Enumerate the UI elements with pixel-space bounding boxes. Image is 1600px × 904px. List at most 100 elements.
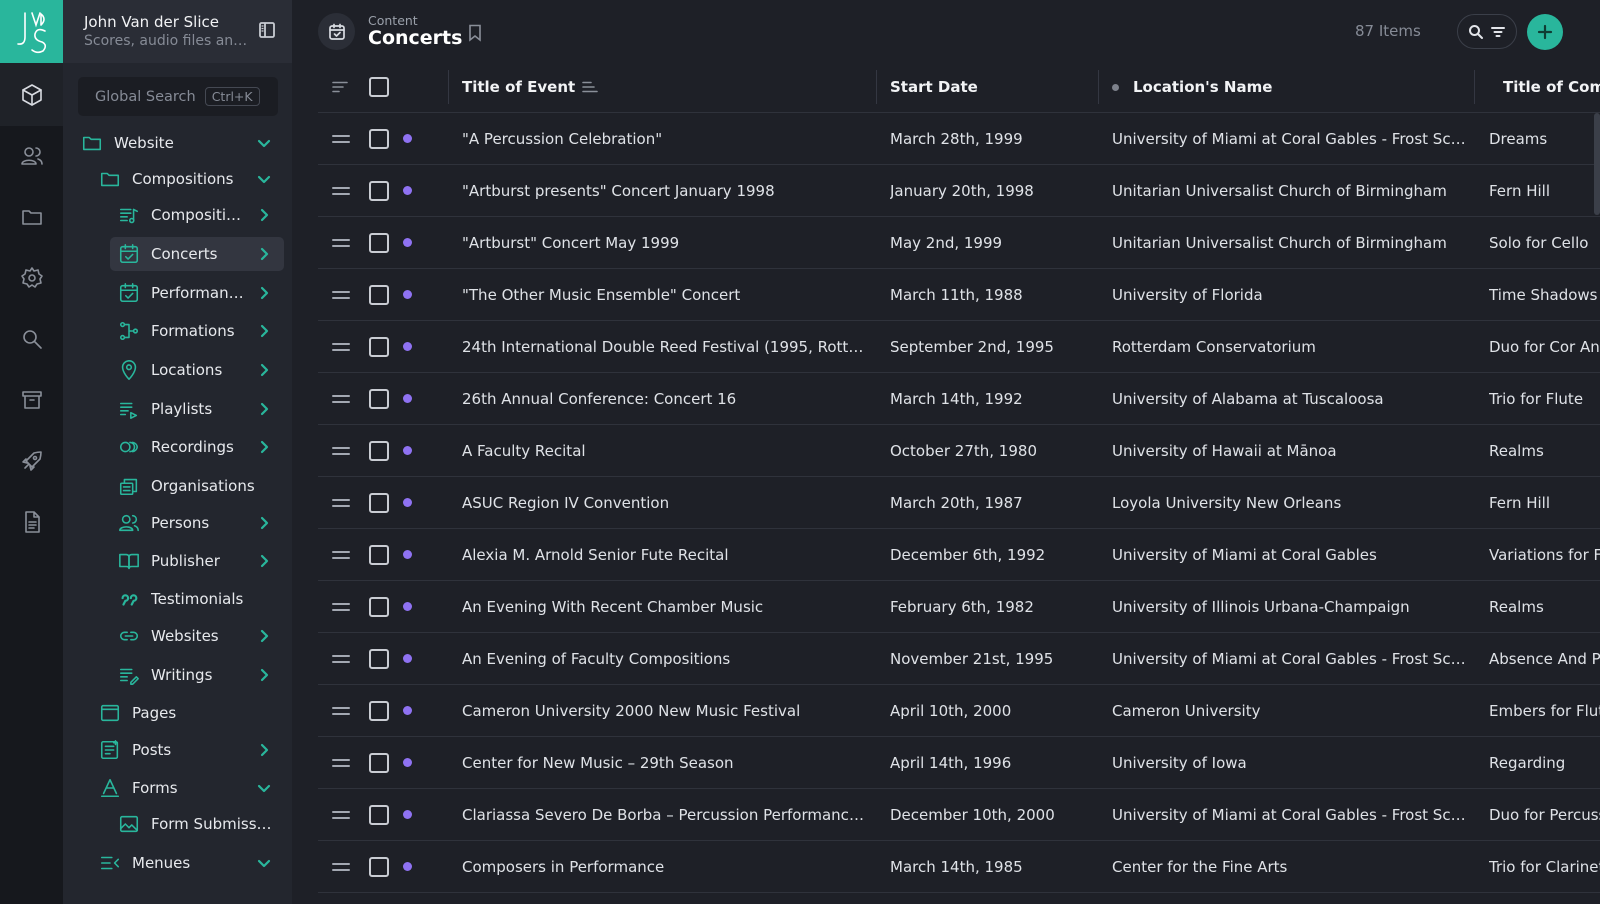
drag-handle-icon[interactable] [332, 217, 356, 268]
chevron-right-icon[interactable] [256, 207, 272, 223]
drag-handle-icon[interactable] [332, 633, 356, 684]
sidebar-item-websites[interactable]: Websites [117, 619, 284, 653]
drag-handle-icon[interactable] [332, 529, 356, 580]
sidebar-item-organisations[interactable]: Organisations [117, 469, 284, 503]
breadcrumb[interactable]: Content [368, 13, 418, 28]
drag-handle-icon[interactable] [332, 737, 356, 788]
row-checkbox[interactable] [369, 789, 391, 840]
table-row[interactable]: Clariassa Severo De Borba – Percussion P… [318, 789, 1600, 841]
sidebar-item-form-submissions[interactable]: Form Submissions [117, 807, 284, 841]
table-row[interactable]: Cameron University 2000 New Music Festiv… [318, 685, 1600, 737]
sidebar-item-formations[interactable]: Formations [117, 314, 284, 348]
table-row[interactable]: A Faculty Recital October 27th, 1980 Unive… [318, 425, 1600, 477]
sidebar-item-concerts[interactable]: Concerts [110, 237, 284, 271]
chevron-right-icon[interactable] [256, 553, 272, 569]
table-row[interactable]: An Evening of Faculty Compositions Novemb… [318, 633, 1600, 685]
table-row[interactable]: "A Percussion Celebration" March 28th, 19… [318, 113, 1600, 165]
column-locations-name[interactable]: Location's Name [1112, 62, 1472, 112]
row-checkbox[interactable] [369, 685, 391, 736]
chevron-right-icon[interactable] [256, 515, 272, 531]
drag-handle-icon[interactable] [332, 477, 356, 528]
rail-settings[interactable] [0, 246, 63, 309]
table-row[interactable]: An Evening With Recent Chamber Music Febr… [318, 581, 1600, 633]
create-item-button[interactable] [1527, 14, 1563, 50]
select-all-checkbox[interactable] [369, 62, 391, 112]
column-title-of-event[interactable]: Title of Event [462, 62, 872, 112]
rail-content[interactable] [0, 63, 63, 126]
row-checkbox[interactable] [369, 581, 391, 632]
rail-users[interactable] [0, 124, 63, 187]
row-checkbox[interactable] [369, 217, 391, 268]
chevron-down-icon[interactable] [256, 855, 272, 871]
column-start-date[interactable]: Start Date [890, 62, 1100, 112]
drag-handle-icon[interactable] [332, 425, 356, 476]
scrollbar[interactable] [1594, 113, 1600, 215]
sidebar-item-writings[interactable]: Writings [117, 658, 284, 692]
table-row[interactable]: Alexia M. Arnold Senior Fute Recital Dece… [318, 529, 1600, 581]
rail-search[interactable] [0, 307, 63, 370]
rail-deploy[interactable] [0, 429, 63, 492]
sidebar-item-persons[interactable]: Persons [117, 506, 284, 540]
drag-handle-icon[interactable] [332, 789, 356, 840]
sort-icon[interactable] [582, 81, 598, 93]
row-checkbox[interactable] [369, 373, 391, 424]
sidebar-item-compositions[interactable]: Compositions [117, 198, 284, 232]
table-row[interactable]: "Artburst" Concert May 1999 May 2nd, 1999… [318, 217, 1600, 269]
row-checkbox[interactable] [369, 529, 391, 580]
sidebar-toggle-icon[interactable] [258, 21, 276, 39]
sidebar-item-posts[interactable]: Posts [98, 733, 284, 767]
drag-handle-icon[interactable] [332, 165, 356, 216]
sidebar-item-compositions[interactable]: Compositions [98, 162, 284, 196]
table-row[interactable]: "The Other Music Ensemble" Concert March … [318, 269, 1600, 321]
drag-handle-icon[interactable] [332, 113, 356, 164]
sidebar-item-publisher[interactable]: Publisher [117, 544, 284, 578]
drag-handle-icon[interactable] [332, 841, 356, 892]
search-icon[interactable] [1468, 24, 1484, 40]
table-row[interactable]: 24th International Double Reed Festival … [318, 321, 1600, 373]
bookmark-icon[interactable] [468, 24, 482, 42]
rail-files[interactable] [0, 185, 63, 248]
drag-handle-icon[interactable] [332, 321, 356, 372]
drag-handle-icon[interactable] [332, 685, 356, 736]
sidebar-item-performances[interactable]: Performances [117, 276, 284, 310]
sidebar-item-menues[interactable]: Menues [98, 846, 284, 880]
chevron-right-icon[interactable] [256, 742, 272, 758]
chevron-right-icon[interactable] [256, 246, 272, 262]
table-row[interactable]: 26th Annual Conference: Concert 16 March … [318, 373, 1600, 425]
chevron-down-icon[interactable] [256, 135, 272, 151]
row-checkbox[interactable] [369, 633, 391, 684]
chevron-right-icon[interactable] [256, 439, 272, 455]
column-title-of-composition[interactable]: Title of Composition [1489, 62, 1600, 112]
chevron-right-icon[interactable] [256, 285, 272, 301]
chevron-right-icon[interactable] [256, 401, 272, 417]
rail-docs[interactable] [0, 490, 63, 553]
table-row[interactable]: ASUC Region IV Convention March 20th, 198… [318, 477, 1600, 529]
row-checkbox[interactable] [369, 477, 391, 528]
table-row[interactable]: Composers in Performance March 14th, 1985… [318, 841, 1600, 893]
project-logo[interactable] [0, 0, 63, 63]
chevron-right-icon[interactable] [256, 323, 272, 339]
filter-icon[interactable] [1490, 24, 1506, 40]
chevron-down-icon[interactable] [256, 780, 272, 796]
drag-handle-icon[interactable] [332, 581, 356, 632]
rail-archive[interactable] [0, 368, 63, 431]
drag-handle-icon[interactable] [332, 269, 356, 320]
sidebar-item-pages[interactable]: Pages [98, 696, 284, 730]
chevron-down-icon[interactable] [256, 171, 272, 187]
sidebar-item-recordings[interactable]: Recordings [117, 430, 284, 464]
sidebar-item-forms[interactable]: Forms [98, 771, 284, 805]
sidebar-item-testimonials[interactable]: Testimonials [117, 582, 284, 616]
row-checkbox[interactable] [369, 321, 391, 372]
row-checkbox[interactable] [369, 841, 391, 892]
row-checkbox[interactable] [369, 165, 391, 216]
chevron-right-icon[interactable] [256, 667, 272, 683]
sort-options-icon[interactable] [332, 62, 356, 112]
row-checkbox[interactable] [369, 269, 391, 320]
sidebar-item-website[interactable]: Website [80, 126, 284, 160]
row-checkbox[interactable] [369, 737, 391, 788]
table-row[interactable]: "Artburst presents" Concert January 1998… [318, 165, 1600, 217]
sidebar-item-locations[interactable]: Locations [117, 353, 284, 387]
project-header[interactable]: John Van der Slice Scores, audio files a… [63, 0, 292, 63]
search-filter-toggle[interactable] [1457, 14, 1517, 49]
row-checkbox[interactable] [369, 425, 391, 476]
